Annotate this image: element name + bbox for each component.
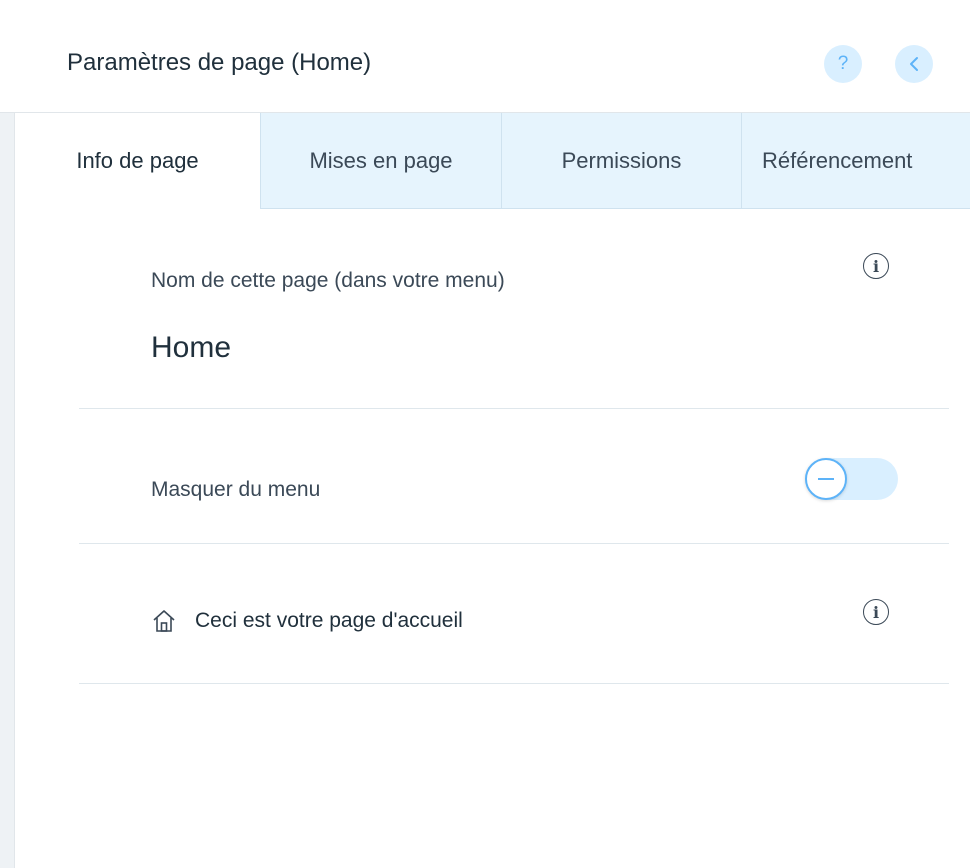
toggle-knob xyxy=(805,458,847,500)
back-button[interactable] xyxy=(895,45,933,83)
tab-mises-en-page[interactable]: Mises en page xyxy=(260,113,501,209)
info-icon[interactable]: i xyxy=(863,253,889,279)
divider xyxy=(79,408,949,409)
homepage-label: Ceci est votre page d'accueil xyxy=(195,609,463,632)
panel-title: Paramètres de page (Home) xyxy=(67,49,372,76)
chevron-left-icon xyxy=(910,57,918,71)
page-name-label: Nom de cette page (dans votre menu) xyxy=(151,269,505,292)
minus-icon xyxy=(818,478,834,480)
tab-content: Nom de cette page (dans votre menu) i Ho… xyxy=(15,209,970,868)
page-name-value[interactable]: Home xyxy=(151,331,231,365)
homepage-row: Ceci est votre page d'accueil xyxy=(151,603,463,639)
tab-referencement[interactable]: Référencement xyxy=(741,113,970,209)
tab-bar: Info de page Mises en page Permissions R… xyxy=(15,113,970,209)
hide-from-menu-toggle[interactable] xyxy=(805,458,898,500)
home-icon xyxy=(153,610,175,632)
question-icon: ? xyxy=(837,53,849,74)
info-icon[interactable]: i xyxy=(863,599,889,625)
hide-from-menu-label: Masquer du menu xyxy=(151,478,321,501)
panel-header: Paramètres de page (Home) ? xyxy=(0,0,970,113)
divider xyxy=(79,543,949,544)
help-button[interactable]: ? xyxy=(824,45,862,83)
tab-permissions[interactable]: Permissions xyxy=(501,113,741,209)
tab-info-de-page[interactable]: Info de page xyxy=(15,113,260,209)
divider xyxy=(79,683,949,684)
left-edge-strip xyxy=(0,113,15,868)
